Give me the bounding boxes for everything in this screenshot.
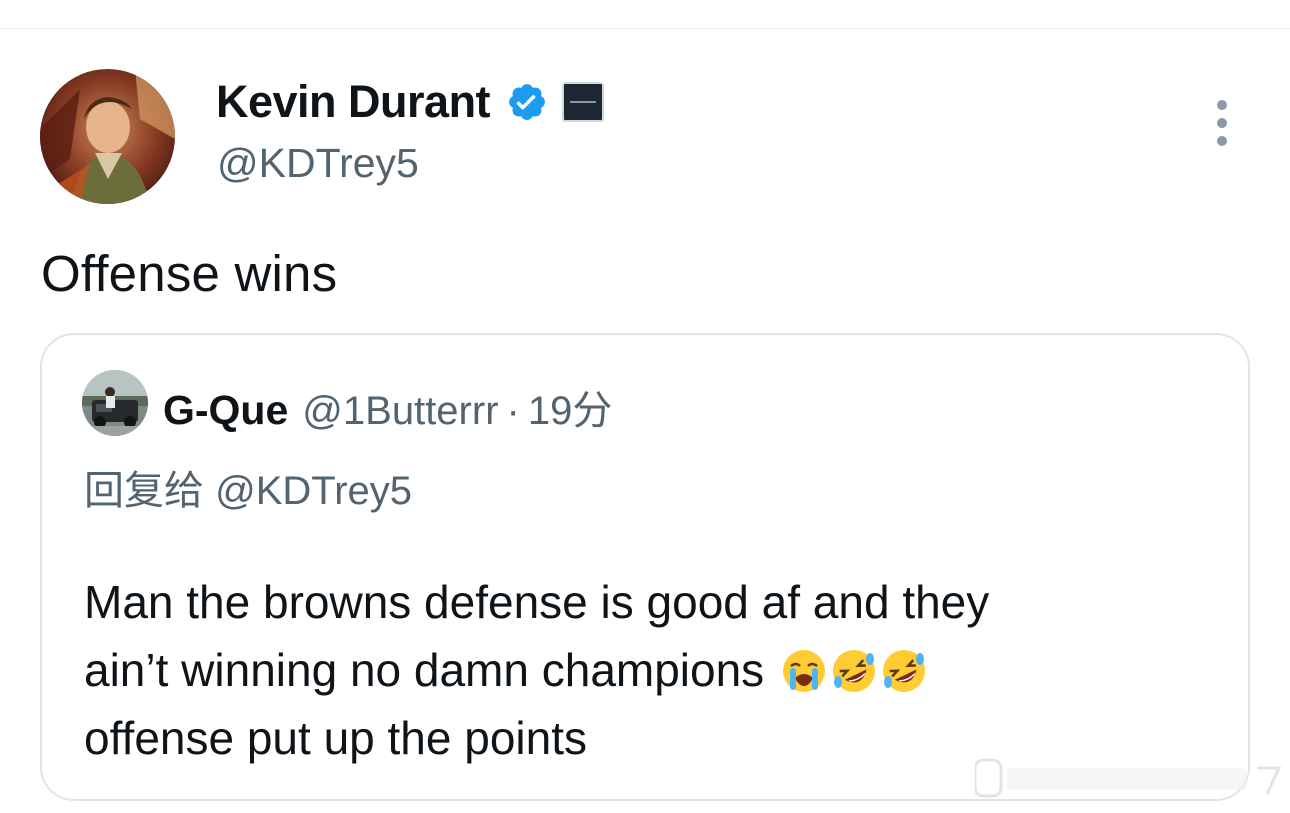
quote-author-handle[interactable]: @1Butterrr <box>302 389 498 434</box>
top-divider <box>0 28 1290 29</box>
author-name-row: Kevin Durant <box>216 76 605 128</box>
rolling-on-floor-laughing-icon <box>831 644 877 692</box>
quote-author-avatar[interactable] <box>82 370 148 436</box>
loudly-crying-face-icon <box>781 644 827 692</box>
quote-separator: · <box>506 389 520 433</box>
quote-author-name[interactable]: G-Que <box>163 387 288 434</box>
author-avatar[interactable] <box>40 69 175 204</box>
quote-body-line-text: ain’t winning no damn champions <box>84 644 765 696</box>
tweet-text: Offense wins <box>41 245 338 302</box>
author-handle[interactable]: @KDTrey5 <box>217 140 419 187</box>
quote-body: Man the browns defense is good af and th… <box>84 568 1204 772</box>
quote-body-line: Man the browns defense is good af and th… <box>84 576 990 628</box>
avatar-image <box>40 69 175 204</box>
verified-badge-icon <box>506 81 548 123</box>
tweet-page: Kevin Durant @KDTrey5 Offense wins G-Que… <box>0 0 1290 813</box>
quote-avatar-image <box>82 370 148 436</box>
author-name[interactable]: Kevin Durant <box>216 76 491 128</box>
rolling-on-floor-laughing-icon <box>881 644 927 692</box>
watermark <box>973 754 1285 802</box>
reply-to-label: 回复给 @KDTrey5 <box>84 469 413 513</box>
quote-body-line-with-emoji: ain’t winning no damn champions <box>84 636 1204 704</box>
quote-header: G-Que @1Butterrr · 19分 <box>163 378 612 436</box>
more-options-icon[interactable] <box>1205 100 1239 146</box>
affiliate-badge-icon[interactable] <box>562 82 605 122</box>
quote-timestamp[interactable]: 19分 <box>528 378 613 436</box>
